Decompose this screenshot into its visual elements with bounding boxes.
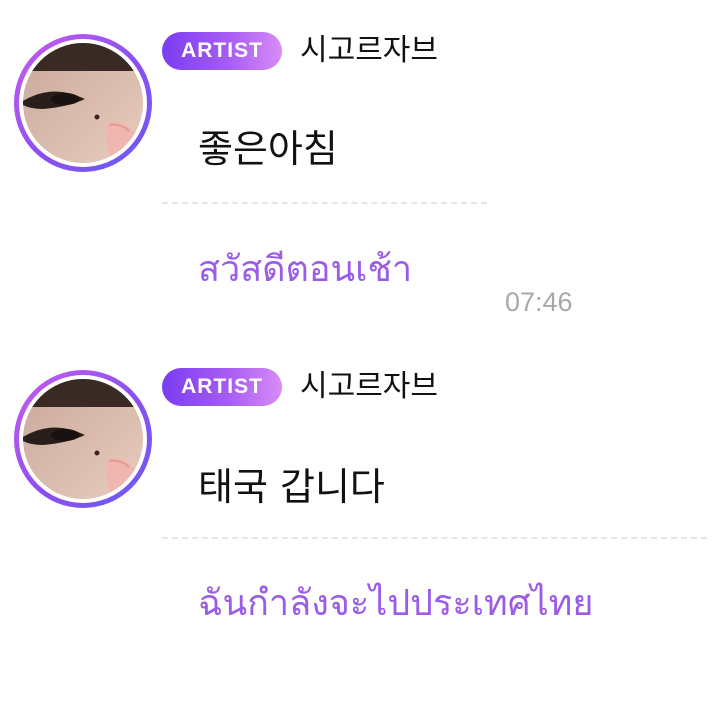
avatar[interactable] (14, 370, 152, 508)
chat-message: ARTIST 시고르자브 태국 갑니다 ฉันกำลังจะไปประเทศไท… (0, 0, 713, 708)
translation-text: ฉันกำลังจะไปประเทศไทย (198, 583, 594, 624)
author-name[interactable]: 시고르자브 (300, 368, 438, 406)
divider (162, 537, 707, 539)
message-text: 태국 갑니다 (198, 465, 385, 509)
artist-badge: ARTIST (162, 368, 282, 406)
avatar-photo (23, 379, 143, 499)
